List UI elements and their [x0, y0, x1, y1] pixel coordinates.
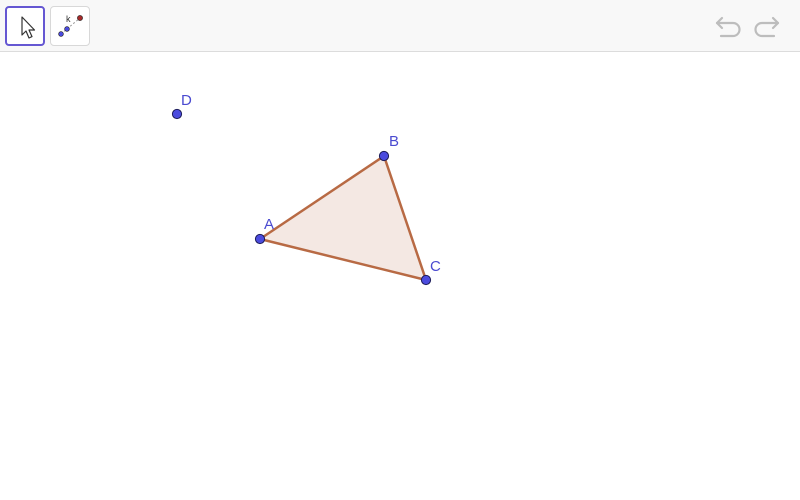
point-c-label: C: [430, 258, 441, 275]
point-c[interactable]: [420, 274, 432, 286]
triangle-polygon[interactable]: [258, 154, 428, 282]
point-d-label: D: [181, 92, 192, 109]
redo-icon[interactable]: [750, 12, 782, 40]
point-b-label: B: [389, 133, 399, 150]
move-tool-button[interactable]: [5, 6, 45, 46]
toolbar: k: [0, 0, 800, 52]
undo-icon[interactable]: [713, 12, 745, 40]
point-b[interactable]: [378, 150, 390, 162]
graphics-view[interactable]: A B C D: [0, 53, 800, 500]
point-d[interactable]: [171, 108, 183, 120]
point-a-label: A: [264, 216, 274, 233]
arrow-cursor-icon: [21, 16, 36, 39]
point-tool-icon: k: [58, 14, 83, 37]
point-tool-icon-letter: k: [66, 14, 71, 24]
point-a[interactable]: [254, 233, 266, 245]
point-tool-button[interactable]: k: [50, 6, 90, 46]
